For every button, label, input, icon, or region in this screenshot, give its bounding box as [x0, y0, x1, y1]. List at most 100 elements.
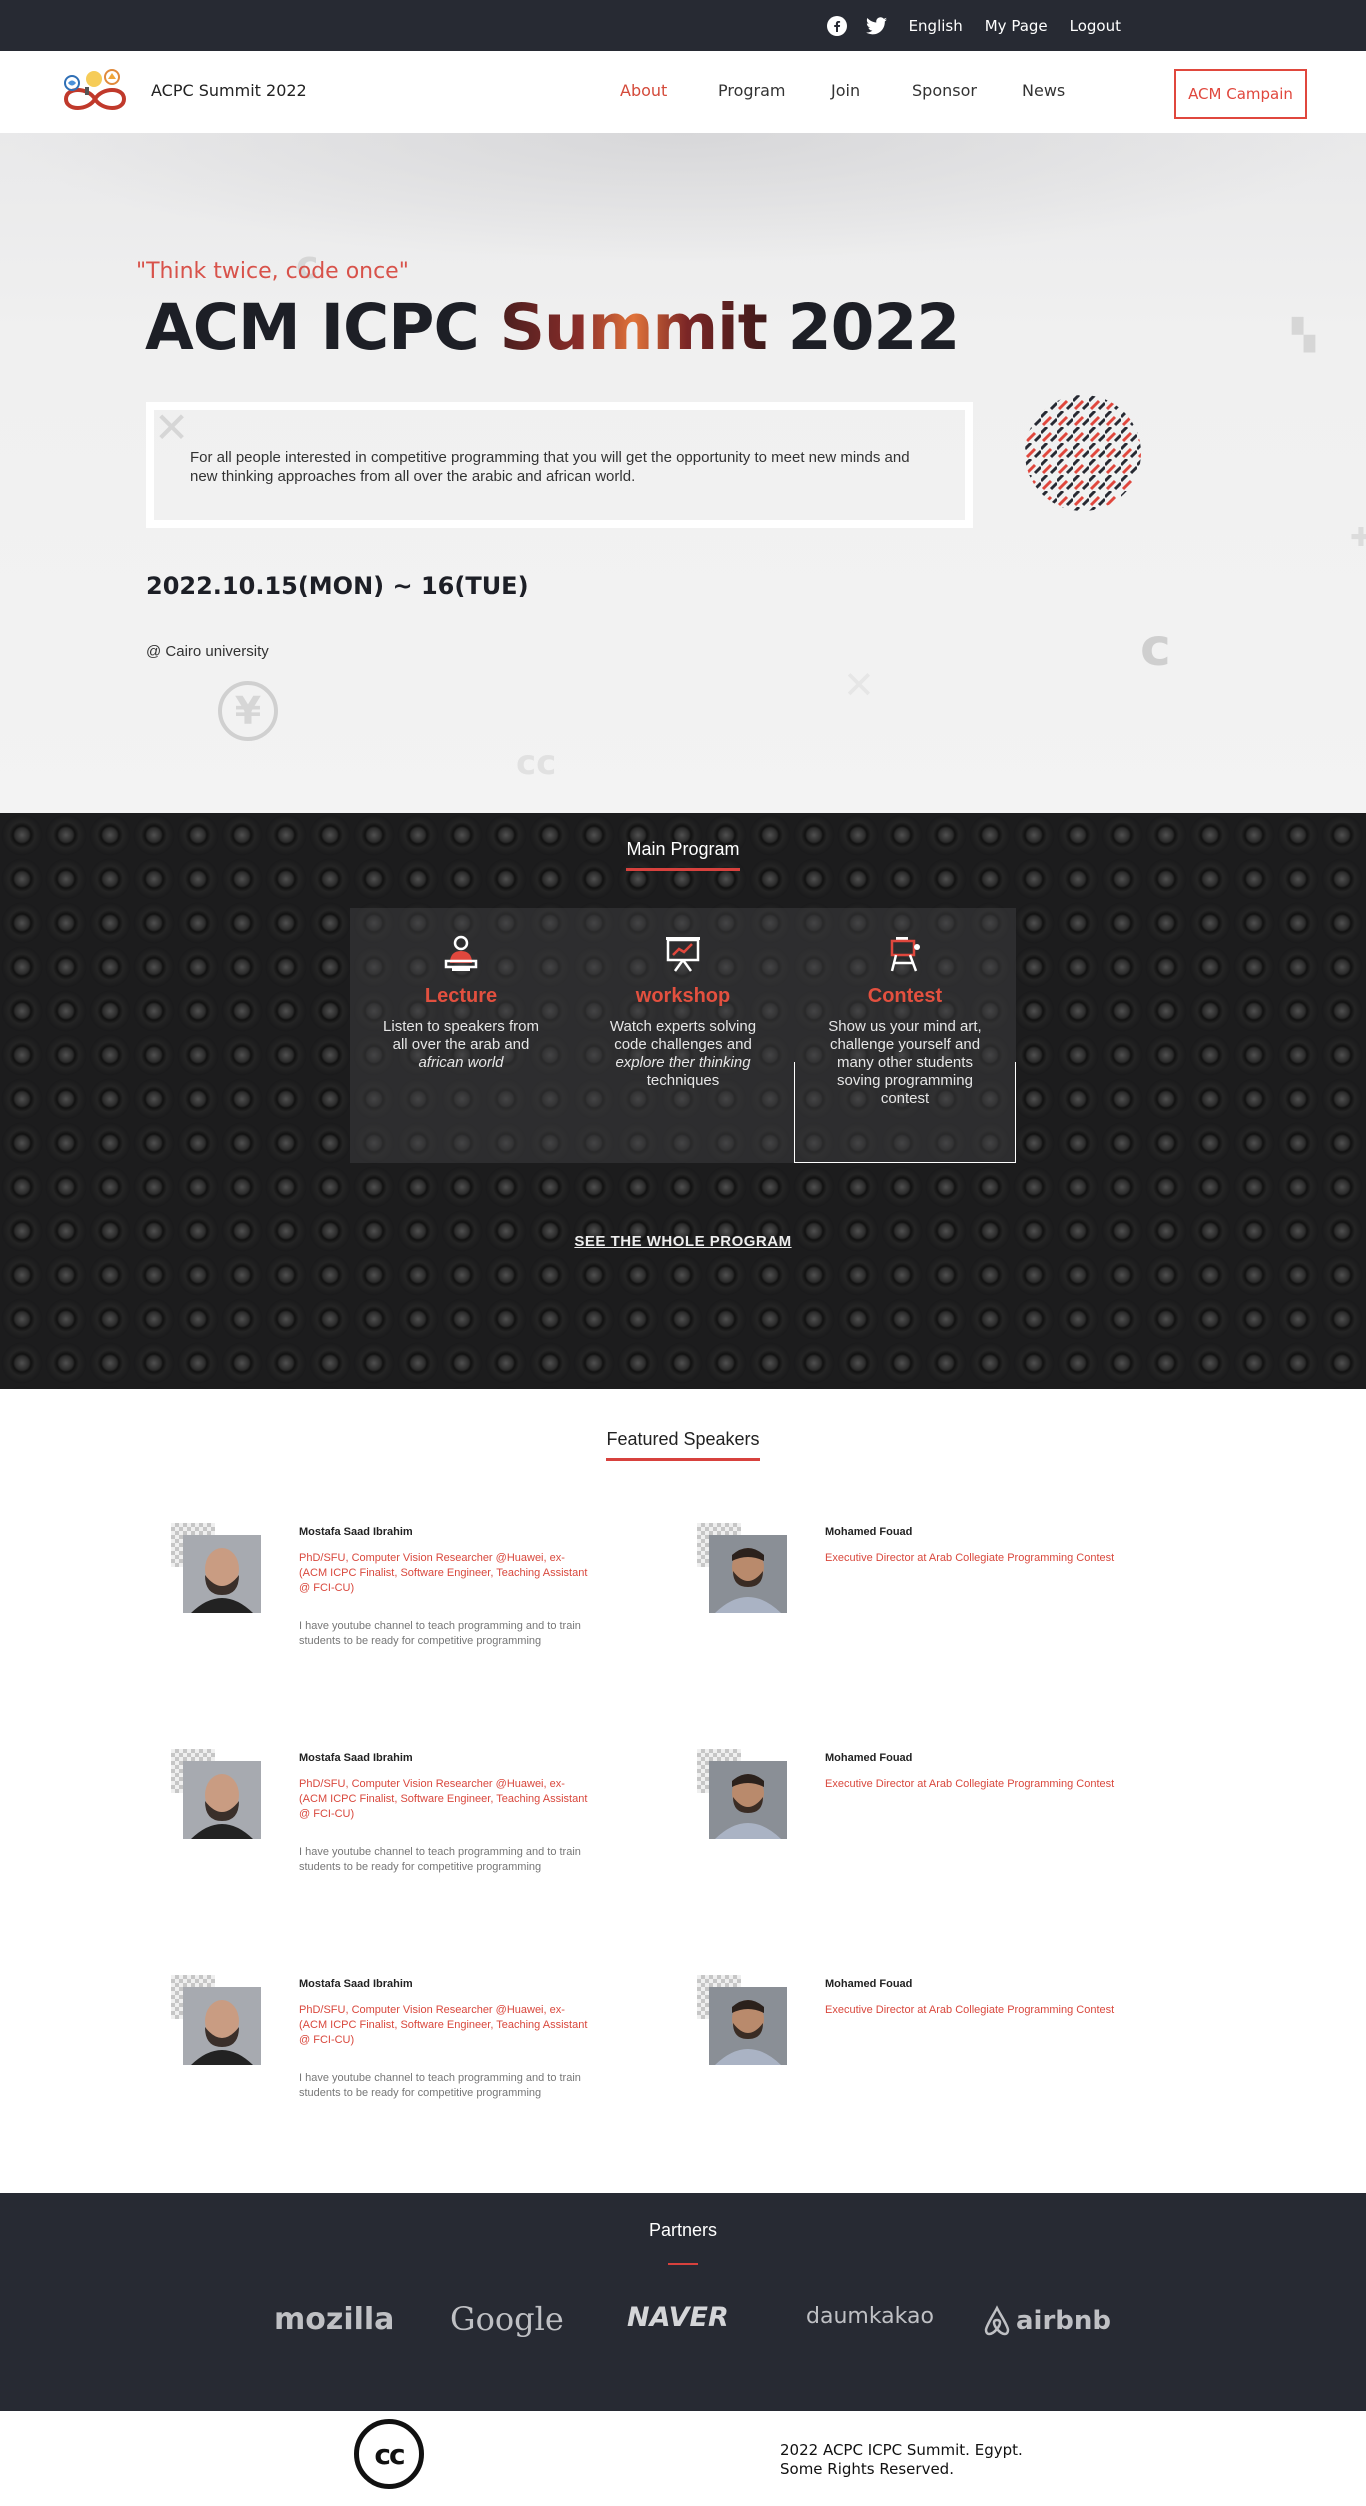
twitter-icon[interactable] — [865, 15, 887, 36]
partner-logos: mozilla Google NAVER daumkakao airbnb — [270, 2296, 1111, 2346]
decor-x-small: ✕ — [843, 663, 875, 707]
speaker-photo — [709, 1535, 787, 1613]
decor-cc: cc — [516, 743, 557, 783]
partner-google[interactable]: Google — [450, 2300, 564, 2338]
facebook-icon[interactable] — [827, 15, 848, 36]
decor-yen-circle: ¥ — [218, 681, 278, 741]
speaker-name: Mohamed Fouad — [825, 1978, 913, 1990]
top-bar: English My Page Logout — [0, 0, 1366, 51]
lecturer-icon — [440, 933, 482, 975]
decor-c-large: c — [1140, 618, 1171, 678]
card-text-main: Listen to speakers from all over the ara… — [383, 1018, 539, 1053]
brand-name: ACPC Summit 2022 — [151, 81, 307, 100]
nav-news[interactable]: News — [1022, 81, 1065, 100]
speaker-bio: I have youtube channel to teach programm… — [299, 1846, 581, 1873]
speaker-name: Mostafa Saad Ibrahim — [299, 1978, 413, 1990]
speaker-card[interactable]: Mohamed Fouad Executive Director at Arab… — [697, 1523, 1137, 1693]
title-part-2: Summit — [499, 291, 768, 364]
speaker-photo-wrap — [171, 1749, 261, 1849]
speaker-photo — [709, 1987, 787, 2065]
presentation-icon — [662, 933, 704, 975]
nav-join[interactable]: Join — [831, 81, 912, 100]
speaker-name: Mohamed Fouad — [825, 1526, 913, 1538]
speaker-card[interactable]: Mostafa Saad Ibrahim PhD/SFU, Computer V… — [171, 1523, 611, 1693]
program-card-contest[interactable]: Contest Show us your mind art, challenge… — [794, 908, 1016, 1163]
creative-commons-icon: cc — [354, 2419, 424, 2489]
logout-link[interactable]: Logout — [1070, 17, 1121, 35]
whole-program-wrapper: SEE THE WHOLE PROGRAM — [0, 1233, 1366, 1251]
speaker-card[interactable]: Mostafa Saad Ibrahim PhD/SFU, Computer V… — [171, 1749, 611, 1919]
main-nav: ACPC Summit 2022 About Program Join Spon… — [0, 51, 1366, 133]
card-title: Contest — [867, 985, 943, 1007]
copyright-line-2: Some Rights Reserved. — [780, 2460, 954, 2478]
speaker-role: PhD/SFU, Computer Vision Researcher @Hua… — [299, 2004, 588, 2046]
partners-section: Partners mozilla Google NAVER daumkakao … — [0, 2193, 1366, 2411]
speaker-photo — [183, 1987, 261, 2065]
speaker-photo-wrap — [697, 1749, 787, 1849]
decor-pattern-circle — [1025, 395, 1141, 511]
speaker-photo-wrap — [171, 1523, 261, 1623]
speaker-card[interactable]: Mohamed Fouad Executive Director at Arab… — [697, 1749, 1137, 1919]
hero-description: For all people interested in competitive… — [146, 402, 973, 528]
event-venue: @ Cairo university — [146, 643, 269, 660]
easel-icon — [884, 933, 926, 975]
hero-background — [0, 133, 1366, 263]
card-title: workshop — [635, 985, 731, 1007]
partners-title-underline — [668, 2263, 698, 2265]
partner-airbnb-wrap[interactable]: airbnb — [980, 2304, 1111, 2338]
copyright-line-1: 2022 ACPC ICPC Summit. Egypt. — [780, 2441, 1023, 2459]
partner-daumkakao[interactable]: daumkakao — [806, 2304, 934, 2329]
card-title: Lecture — [424, 985, 498, 1007]
airbnb-icon — [984, 2305, 1010, 2336]
acpc-logo[interactable] — [58, 67, 132, 119]
campaign-button[interactable]: ACM Campain — [1174, 69, 1307, 119]
speaker-role: Executive Director at Arab Collegiate Pr… — [825, 1552, 1115, 1564]
speaker-card[interactable]: Mostafa Saad Ibrahim PhD/SFU, Computer V… — [171, 1975, 611, 2145]
card-text-emphasis: african world — [418, 1054, 504, 1071]
speaker-bio: I have youtube channel to teach programm… — [299, 1620, 581, 1647]
card-text-main: Watch experts solving code challenges an… — [609, 1018, 757, 1053]
language-link[interactable]: English — [909, 17, 963, 35]
card-text: Listen to speakers from all over the ara… — [350, 1018, 572, 1072]
hero-quote: "Think twice, code once" — [136, 259, 409, 284]
speaker-name: Mohamed Fouad — [825, 1752, 913, 1764]
section-title: Main Program — [0, 839, 1366, 871]
featured-speakers-section: Featured Speakers Mostafa Saad Ibrahim P… — [0, 1389, 1366, 2193]
nav-sponsor[interactable]: Sponsor — [912, 81, 1022, 100]
main-program-title: Main Program — [626, 839, 740, 871]
nav-about[interactable]: About — [620, 81, 718, 100]
speaker-role: Executive Director at Arab Collegiate Pr… — [825, 2004, 1115, 2016]
speaker-bio: I have youtube channel to teach programm… — [299, 2072, 581, 2099]
title-part-1: ACM ICPC — [145, 291, 500, 364]
speaker-photo — [709, 1761, 787, 1839]
card-text: Show us your mind art, challenge yoursel… — [828, 1018, 982, 1107]
hero-title: ACM ICPC Summit 2022 — [145, 291, 960, 364]
footer: cc 2022 ACPC ICPC Summit. Egypt. Some Ri… — [0, 2411, 1366, 2503]
program-cards: Lecture Listen to speakers from all over… — [350, 908, 1016, 1163]
partner-airbnb: airbnb — [1016, 2306, 1112, 2336]
nav-program[interactable]: Program — [718, 81, 831, 100]
speaker-role: PhD/SFU, Computer Vision Researcher @Hua… — [299, 1778, 588, 1820]
section-title: Featured Speakers — [0, 1429, 1366, 1461]
partner-mozilla[interactable]: mozilla — [274, 2302, 394, 2337]
title-part-3: 2022 — [766, 291, 960, 364]
program-card-workshop[interactable]: workshop Watch experts solving code chal… — [572, 908, 794, 1163]
speaker-photo-wrap — [697, 1523, 787, 1623]
speaker-card[interactable]: Mohamed Fouad Executive Director at Arab… — [697, 1975, 1137, 2145]
speaker-photo-wrap — [697, 1975, 787, 2075]
decor-blocks: ▚ — [1292, 318, 1316, 353]
hero-section: c ✕ ▚ ✕ c cc ¥ ✚ "Think twice, code once… — [0, 133, 1366, 813]
decor-plus: ✚ — [1350, 523, 1366, 553]
speaker-photo — [183, 1535, 261, 1613]
main-program-section: Main Program Lecture Listen to speakers … — [0, 813, 1366, 1389]
partner-naver[interactable]: NAVER — [627, 2302, 729, 2333]
program-card-lecture[interactable]: Lecture Listen to speakers from all over… — [350, 908, 572, 1163]
card-text-end: techniques — [646, 1072, 720, 1089]
see-whole-program-link[interactable]: SEE THE WHOLE PROGRAM — [574, 1233, 791, 1250]
speaker-photo-wrap — [171, 1975, 261, 2075]
nav-menu: About Program Join Sponsor News — [620, 81, 1065, 100]
featured-speakers-title: Featured Speakers — [606, 1429, 760, 1461]
copyright: 2022 ACPC ICPC Summit. Egypt. Some Right… — [780, 2441, 1023, 2479]
my-page-link[interactable]: My Page — [985, 17, 1048, 35]
speaker-role: PhD/SFU, Computer Vision Researcher @Hua… — [299, 1552, 588, 1594]
